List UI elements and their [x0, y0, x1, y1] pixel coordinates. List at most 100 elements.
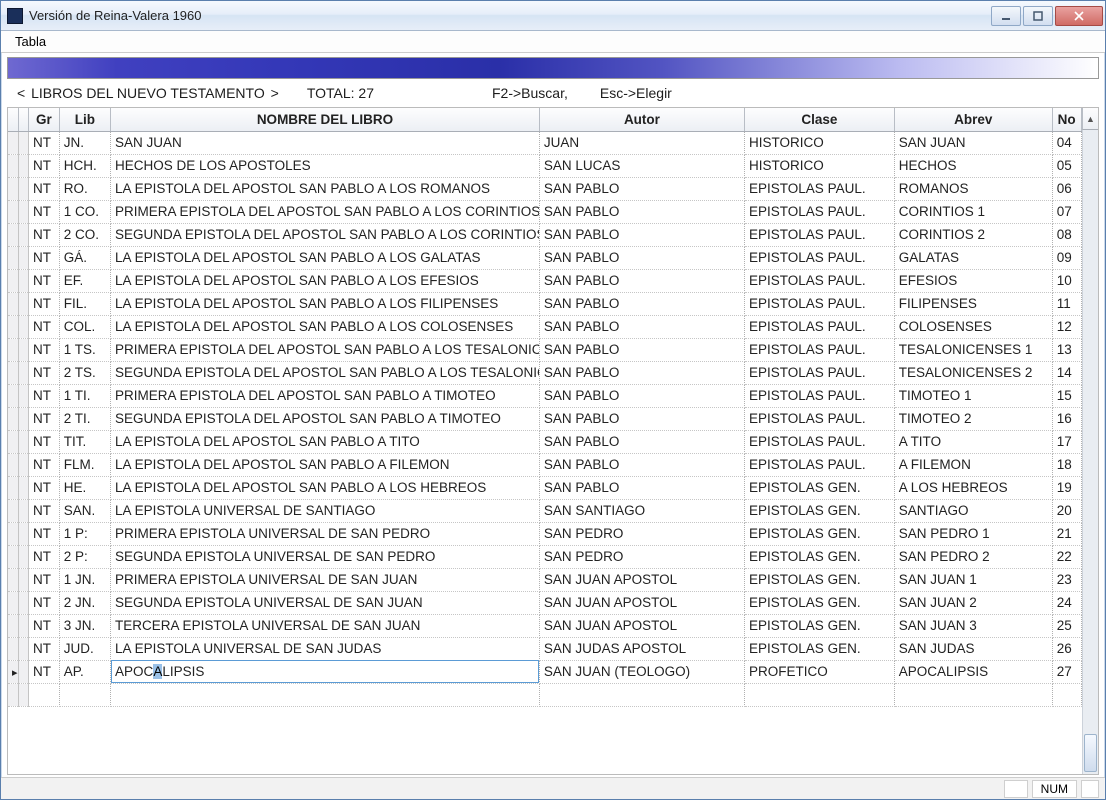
row-marker[interactable]	[8, 177, 18, 200]
row-marker[interactable]	[8, 292, 18, 315]
table-row[interactable]: NTFIL.LA EPISTOLA DEL APOSTOL SAN PABLO …	[8, 292, 1098, 315]
cell-abrev[interactable]: SANTIAGO	[894, 499, 1052, 522]
cell-autor[interactable]: SAN PABLO	[539, 338, 744, 361]
cell-lib[interactable]: SAN.	[59, 499, 110, 522]
cell-autor[interactable]: JUAN	[539, 131, 744, 154]
row-marker2[interactable]	[18, 614, 28, 637]
cell-nombre[interactable]: LA EPISTOLA DEL APOSTOL SAN PABLO A LOS …	[111, 476, 540, 499]
cell-autor[interactable]: SAN JUAN APOSTOL	[539, 591, 744, 614]
table-row[interactable]: NTCOL.LA EPISTOLA DEL APOSTOL SAN PABLO …	[8, 315, 1098, 338]
cell-nombre[interactable]: SEGUNDA EPISTOLA DEL APOSTOL SAN PABLO A…	[111, 407, 540, 430]
cell-lib[interactable]: GÁ.	[59, 246, 110, 269]
table-row[interactable]: NT1 P:PRIMERA EPISTOLA UNIVERSAL DE SAN …	[8, 522, 1098, 545]
cell-gr[interactable]: NT	[29, 223, 60, 246]
cell-abrev[interactable]: ROMANOS	[894, 177, 1052, 200]
cell-gr[interactable]: NT	[29, 338, 60, 361]
row-marker[interactable]	[8, 384, 18, 407]
col-marker1[interactable]	[8, 108, 18, 131]
cell-autor[interactable]: SAN PABLO	[539, 292, 744, 315]
cell-autor[interactable]: SAN PABLO	[539, 200, 744, 223]
cell-lib[interactable]: TIT.	[59, 430, 110, 453]
cell-lib[interactable]: RO.	[59, 177, 110, 200]
cell-autor[interactable]: SAN JUDAS APOSTOL	[539, 637, 744, 660]
row-marker2[interactable]	[18, 177, 28, 200]
row-marker[interactable]	[8, 499, 18, 522]
row-marker[interactable]	[8, 614, 18, 637]
table-row[interactable]: NTHCH.HECHOS DE LOS APOSTOLESSAN LUCASHI…	[8, 154, 1098, 177]
cell-clase[interactable]: EPISTOLAS PAUL.	[745, 430, 895, 453]
cell-no[interactable]: 23	[1052, 568, 1081, 591]
cell-autor[interactable]: SAN SANTIAGO	[539, 499, 744, 522]
cell-no[interactable]: 09	[1052, 246, 1081, 269]
nav-prev[interactable]: <	[15, 85, 27, 101]
col-autor[interactable]: Autor	[539, 108, 744, 131]
row-marker[interactable]	[8, 200, 18, 223]
cell-no[interactable]: 22	[1052, 545, 1081, 568]
cell-nombre[interactable]: PRIMERA EPISTOLA DEL APOSTOL SAN PABLO A…	[111, 384, 540, 407]
cell-abrev[interactable]: FILIPENSES	[894, 292, 1052, 315]
cell-abrev[interactable]: CORINTIOS 2	[894, 223, 1052, 246]
col-marker2[interactable]	[18, 108, 28, 131]
cell-clase[interactable]: EPISTOLAS PAUL.	[745, 200, 895, 223]
row-marker[interactable]	[8, 407, 18, 430]
cell-abrev[interactable]: APOCALIPSIS	[894, 660, 1052, 683]
row-marker2[interactable]	[18, 338, 28, 361]
row-marker2[interactable]	[18, 476, 28, 499]
cell-nombre[interactable]: SEGUNDA EPISTOLA UNIVERSAL DE SAN JUAN	[111, 591, 540, 614]
cell-lib[interactable]: FLM.	[59, 453, 110, 476]
cell-clase[interactable]: EPISTOLAS PAUL.	[745, 223, 895, 246]
cell-no[interactable]: 25	[1052, 614, 1081, 637]
cell-clase[interactable]: EPISTOLAS PAUL.	[745, 453, 895, 476]
table-row[interactable]: NTSAN.LA EPISTOLA UNIVERSAL DE SANTIAGOS…	[8, 499, 1098, 522]
close-button[interactable]	[1055, 6, 1103, 26]
row-marker2[interactable]	[18, 131, 28, 154]
scroll-up-icon[interactable]: ▲	[1082, 108, 1098, 130]
cell-gr[interactable]: NT	[29, 660, 60, 683]
cell-nombre[interactable]: PRIMERA EPISTOLA DEL APOSTOL SAN PABLO A…	[111, 338, 540, 361]
cell-abrev[interactable]: SAN JUAN 1	[894, 568, 1052, 591]
cell-no[interactable]: 19	[1052, 476, 1081, 499]
cell-gr[interactable]: NT	[29, 568, 60, 591]
cell-nombre[interactable]: LA EPISTOLA DEL APOSTOL SAN PABLO A LOS …	[111, 246, 540, 269]
cell-lib[interactable]: COL.	[59, 315, 110, 338]
cell-nombre[interactable]: SEGUNDA EPISTOLA UNIVERSAL DE SAN PEDRO	[111, 545, 540, 568]
cell-gr[interactable]: NT	[29, 177, 60, 200]
cell-no[interactable]: 13	[1052, 338, 1081, 361]
cell-clase[interactable]: EPISTOLAS GEN.	[745, 476, 895, 499]
cell-lib[interactable]: 2 TS.	[59, 361, 110, 384]
row-marker[interactable]	[8, 269, 18, 292]
cell-nombre[interactable]: APOCALIPSIS	[111, 660, 540, 683]
cell-nombre[interactable]: PRIMERA EPISTOLA UNIVERSAL DE SAN JUAN	[111, 568, 540, 591]
cell-autor[interactable]: SAN PABLO	[539, 384, 744, 407]
cell-lib[interactable]: AP.	[59, 660, 110, 683]
row-marker2[interactable]	[18, 545, 28, 568]
row-marker[interactable]	[8, 338, 18, 361]
cell-lib[interactable]: 2 CO.	[59, 223, 110, 246]
cell-gr[interactable]: NT	[29, 315, 60, 338]
table-row[interactable]: NT1 TS.PRIMERA EPISTOLA DEL APOSTOL SAN …	[8, 338, 1098, 361]
table-row[interactable]: NTHE.LA EPISTOLA DEL APOSTOL SAN PABLO A…	[8, 476, 1098, 499]
cell-no[interactable]: 08	[1052, 223, 1081, 246]
cell-abrev[interactable]: EFESIOS	[894, 269, 1052, 292]
row-marker[interactable]	[8, 315, 18, 338]
row-marker[interactable]	[8, 522, 18, 545]
cell-nombre[interactable]: LA EPISTOLA UNIVERSAL DE SANTIAGO	[111, 499, 540, 522]
cell-lib[interactable]: 1 CO.	[59, 200, 110, 223]
cell-lib[interactable]: JUD.	[59, 637, 110, 660]
cell-no[interactable]: 26	[1052, 637, 1081, 660]
row-marker[interactable]	[8, 591, 18, 614]
row-marker2[interactable]	[18, 591, 28, 614]
row-marker2[interactable]	[18, 384, 28, 407]
row-marker[interactable]	[8, 568, 18, 591]
cell-no[interactable]: 16	[1052, 407, 1081, 430]
cell-no[interactable]: 10	[1052, 269, 1081, 292]
col-clase[interactable]: Clase	[745, 108, 895, 131]
cell-nombre[interactable]: SAN JUAN	[111, 131, 540, 154]
vertical-scrollbar[interactable]	[1082, 130, 1098, 774]
cell-lib[interactable]: 1 P:	[59, 522, 110, 545]
cell-gr[interactable]: NT	[29, 361, 60, 384]
cell-nombre[interactable]: LA EPISTOLA UNIVERSAL DE SAN JUDAS	[111, 637, 540, 660]
cell-clase[interactable]: PROFETICO	[745, 660, 895, 683]
row-marker2[interactable]	[18, 269, 28, 292]
cell-no[interactable]: 07	[1052, 200, 1081, 223]
